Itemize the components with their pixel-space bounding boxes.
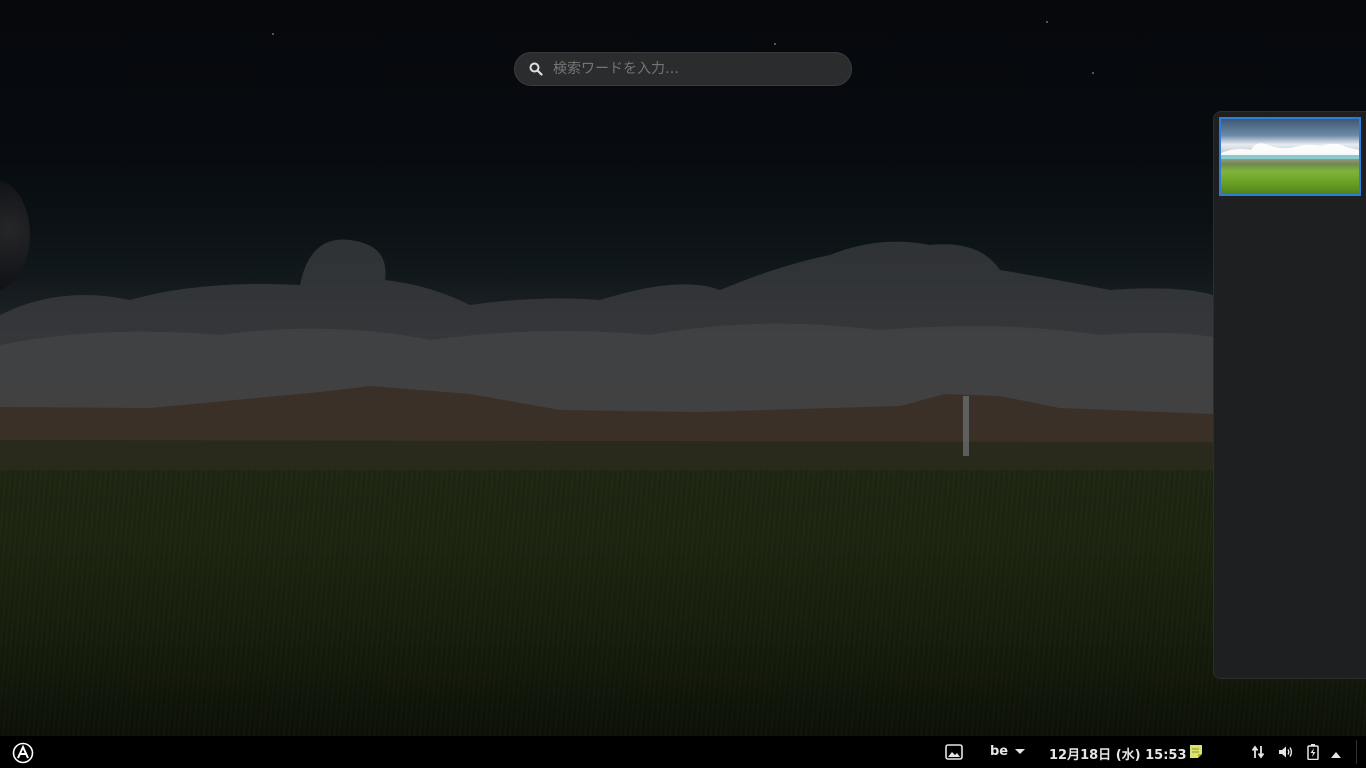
wallpaper-star xyxy=(272,33,274,35)
menu-triangle-icon[interactable] xyxy=(1331,748,1341,758)
note-icon[interactable] xyxy=(1190,745,1202,758)
wallpaper-cliffs xyxy=(0,386,1213,475)
keyboard-layout-label: be xyxy=(990,744,1009,759)
screenshot-icon[interactable] xyxy=(945,744,963,760)
wallpaper-star xyxy=(1092,72,1094,74)
search-input[interactable] xyxy=(553,61,833,77)
chevron-down-icon xyxy=(1015,749,1026,754)
keyboard-layout-indicator[interactable]: be xyxy=(990,744,1026,759)
workspace-thumbnail-clouds xyxy=(1221,143,1359,159)
search-icon xyxy=(529,62,543,76)
activities-icon[interactable] xyxy=(12,742,34,764)
battery-icon[interactable] xyxy=(1307,744,1319,761)
wallpaper-star xyxy=(1046,21,1048,23)
search-entry[interactable] xyxy=(514,52,852,86)
bottom-panel: be 12月18日 (水) 15:53 xyxy=(0,736,1366,768)
volume-icon[interactable] xyxy=(1278,745,1293,759)
network-icon[interactable] xyxy=(1251,745,1265,759)
desktop-overview: be 12月18日 (水) 15:53 xyxy=(0,0,1366,768)
workspace-switcher xyxy=(1213,111,1366,679)
wallpaper-star xyxy=(774,43,776,45)
wallpaper-grass-texture xyxy=(0,470,1366,736)
clock[interactable]: 12月18日 (水) 15:53 xyxy=(1049,744,1187,763)
panel-separator xyxy=(1356,740,1357,764)
workspace-thumbnail-active[interactable] xyxy=(1219,117,1361,196)
